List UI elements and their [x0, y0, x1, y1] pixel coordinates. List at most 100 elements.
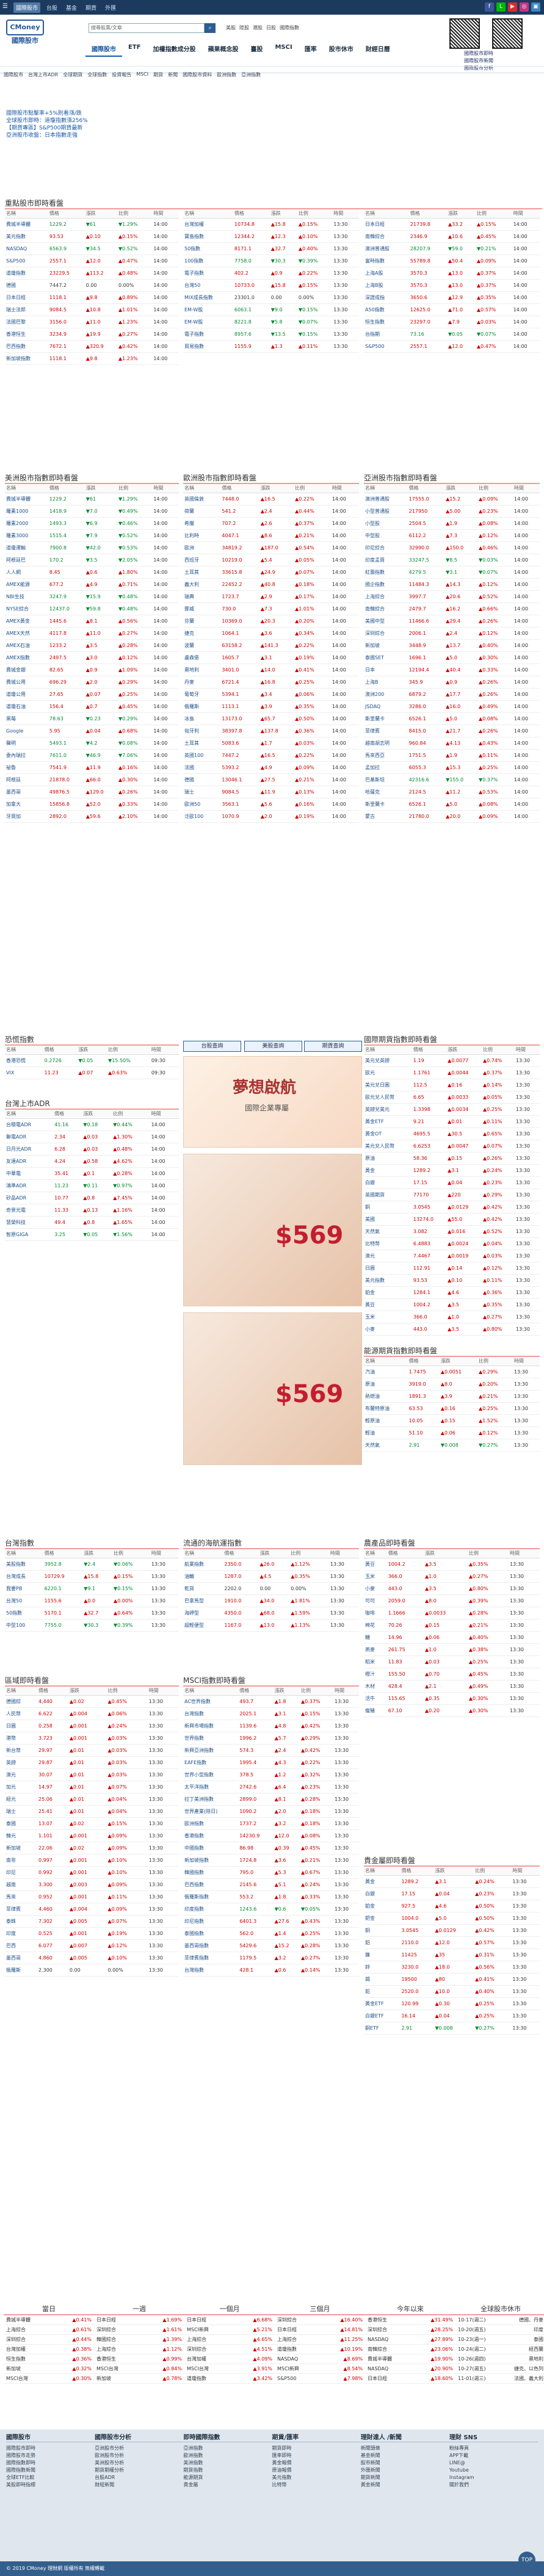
quote-name[interactable]: 電子指數	[183, 267, 233, 280]
quote-name[interactable]: 奇景光電	[5, 1204, 54, 1217]
quote-name[interactable]: 人民幣	[5, 1707, 37, 1720]
table-row[interactable]: 燕麥 261.75 ▲1.0 ▲0.38% 13:30	[364, 1643, 540, 1656]
table-row[interactable]: 泰銖 7.302 ▲0.005 ▲0.07% 13:30	[5, 1915, 179, 1928]
table-row[interactable]: 印尼綜合 32990.0 ▲150.0 ▲0.46% 14:00	[364, 541, 540, 554]
table-row[interactable]: 盧森堡 1605.7 ▲3.1 ▲0.19% 14:00	[183, 651, 359, 664]
quote-name[interactable]: 50指數	[183, 242, 233, 255]
table-row[interactable]: 富時指數 55789.8 ▲50.4 ▲0.09% 14:00	[364, 255, 540, 267]
quote-name[interactable]: 人人網	[5, 566, 48, 579]
footer-link[interactable]: APP下載	[449, 2452, 538, 2459]
table-row[interactable]: 海岬型 4350.0 ▲68.0 ▲1.59% 13:30	[183, 1607, 359, 1619]
table-row[interactable]: 英鎊 29.87 ▲0.01 ▲0.03% 13:30	[5, 1756, 179, 1769]
table-row[interactable]: 錫 19500 ▲80 ▲0.41% 13:30	[364, 1973, 540, 1986]
table-row[interactable]: 木材 428.4 ▲2.1 ▲0.49% 13:30	[364, 1680, 540, 1693]
performance-row[interactable]: S&P500 ▲7.98%	[275, 2374, 365, 2384]
performance-row[interactable]: 日本日經 ▲6.68%	[184, 2315, 275, 2325]
quote-name[interactable]: 新加坡指數	[183, 1854, 239, 1867]
table-row[interactable]: 英國100 7447.2 ▲16.5 ▲0.22% 14:00	[183, 749, 359, 762]
footer-link[interactable]: 美股即時指標	[6, 2481, 95, 2489]
quote-name[interactable]: 乾貨	[183, 1582, 223, 1595]
quote-name[interactable]: 恒生指數	[364, 316, 409, 328]
quote-name[interactable]: 貿易指數	[183, 340, 233, 353]
table-row[interactable]: 阿根廷 21878.0 ▲66.0 ▲0.30% 14:00	[5, 773, 179, 786]
footer-link[interactable]: 財經新聞	[95, 2481, 183, 2489]
table-row[interactable]: AMEX石油 1233.2 ▲3.5 ▲0.28% 14:00	[5, 639, 179, 652]
table-row[interactable]: 費城公用 696.29 ▲2.0 ▲0.29% 14:00	[5, 676, 179, 689]
quote-name[interactable]: 歐元兌人民幣	[364, 1091, 412, 1104]
quote-name[interactable]: 斯里蘭卡	[364, 798, 408, 811]
table-row[interactable]: 泰國SET 1696.1 ▲5.0 ▲0.30% 14:00	[364, 651, 540, 664]
table-row[interactable]: 聲明 5493.1 ▼4.2 ▼0.08% 14:00	[5, 737, 179, 750]
quote-name[interactable]: 50指數	[5, 1607, 43, 1619]
table-row[interactable]: 孟加拉 6055.3 ▲15.3 ▲0.25% 14:00	[364, 761, 540, 774]
table-row[interactable]: 港幣 3.723 ▲0.001 ▲0.03% 13:30	[5, 1732, 179, 1745]
footer-link[interactable]: 股市新聞	[361, 2459, 449, 2467]
performance-row[interactable]: 10-23(週一) 泰國	[455, 2335, 544, 2345]
hot-link[interactable]: 美股	[226, 24, 236, 31]
quote-name[interactable]: 棉花	[364, 1619, 387, 1632]
quote-name[interactable]: 阿根廷巴	[5, 554, 48, 566]
table-row[interactable]: 國企指數 11484.3 ▲14.3 ▲0.12% 14:00	[364, 578, 540, 591]
quote-name[interactable]: 台積電ADR	[5, 1118, 54, 1131]
table-row[interactable]: 香港指數 14230.9 ▲12.0 ▲0.08% 13:30	[183, 1829, 359, 1842]
table-row[interactable]: 德國 13046.1 ▲27.5 ▲0.21% 14:00	[183, 773, 359, 786]
quote-name[interactable]: 阿根廷	[5, 773, 48, 786]
quote-name[interactable]: 斯里蘭卡	[364, 712, 408, 725]
quote-name[interactable]: 丹麥	[183, 676, 221, 689]
table-row[interactable]: 白銀 17.15 ▲0.04 ▲0.23% 13:30	[364, 1887, 540, 1900]
table-row[interactable]: 布蘭特原油 63.53 ▲0.16 ▲0.25% 13:30	[364, 1402, 540, 1415]
youtube-icon[interactable]: ▶	[508, 2, 517, 12]
footer-link[interactable]: 亞洲股市分析	[95, 2445, 183, 2452]
table-row[interactable]: 日本日經 21739.8 ▲33.2 ▲0.15% 14:00	[364, 218, 540, 231]
table-row[interactable]: 可可 2059.0 ▲8.0 ▲0.39% 13:30	[364, 1594, 540, 1607]
quote-name[interactable]: 南韓綜合	[364, 230, 409, 243]
table-row[interactable]: 巴西指數 7672.1 ▲320.9 ▲0.42% 14:00	[5, 340, 179, 353]
quote-name[interactable]: 瑞士	[183, 786, 221, 798]
table-row[interactable]: A50指數 12625.0 ▲71.0 ▲0.57% 14:00	[364, 303, 540, 316]
quote-name[interactable]: 土耳其	[183, 566, 221, 579]
quote-name[interactable]: 友達ADR	[5, 1155, 54, 1168]
table-row[interactable]: 南韓綜合 2479.7 ▲16.2 ▲0.66% 14:00	[364, 602, 540, 615]
quote-name[interactable]: 新興亞洲指數	[183, 1744, 239, 1757]
table-row[interactable]: 美元兌英鎊 1.19 ▲0.0077 ▲0.74% 13:30	[364, 1054, 540, 1067]
quote-name[interactable]: 越南胡志明	[364, 737, 408, 750]
main-nav-item[interactable]: 蘋果概念股	[201, 42, 244, 57]
table-row[interactable]: 100指數 7758.0 ▼30.3 ▼0.39% 13:30	[183, 255, 359, 267]
table-row[interactable]: 義大利 22452.2 ▲40.8 ▲0.18% 14:00	[183, 578, 359, 591]
table-row[interactable]: 黃豆 1004.2 ▲3.5 ▲0.35% 13:30	[364, 1298, 540, 1311]
quote-name[interactable]: 墨西哥	[5, 1952, 37, 1964]
table-row[interactable]: 西班牙 10219.0 ▲5.4 ▲0.05% 14:00	[183, 554, 359, 566]
quote-name[interactable]: 哈薩克	[364, 786, 408, 798]
quote-name[interactable]: 國企指數	[364, 578, 408, 591]
quote-name[interactable]: 布蘭特原油	[364, 1402, 408, 1415]
quote-name[interactable]: 費城半導體	[5, 218, 48, 231]
quote-name[interactable]: 泰國	[5, 1817, 37, 1830]
performance-row[interactable]: 10-26(週四) 奧地利	[455, 2354, 544, 2364]
quote-name[interactable]: NBI生技	[5, 590, 48, 603]
table-row[interactable]: 慧榮科技 49.4 ▲0.8 ▲1.65% 14:00	[5, 1216, 179, 1229]
table-row[interactable]: 鈀金 1004.0 ▲5.0 ▲0.50% 13:30	[364, 1912, 540, 1925]
quote-name[interactable]: 荷蘭	[183, 505, 221, 518]
table-row[interactable]: 上海綜合 3997.7 ▲20.6 ▲0.52% 14:00	[364, 590, 540, 603]
quote-name[interactable]: 香港指數	[183, 1829, 239, 1842]
table-row[interactable]: 世界指數 1996.2 ▲5.7 ▲0.29% 13:30	[183, 1732, 359, 1745]
quote-name[interactable]: 聯電ADR	[5, 1131, 54, 1143]
table-row[interactable]: 羅素2000 1493.3 ▼6.9 ▼0.46% 14:00	[5, 517, 179, 530]
footer-link[interactable]: 期貨期權分析	[95, 2467, 183, 2474]
table-row[interactable]: 中華電 35.41 ▲0.1 ▲0.28% 14:00	[5, 1167, 179, 1180]
performance-row[interactable]: 恒生指數 ▲0.36%	[4, 2354, 94, 2364]
table-row[interactable]: 比特幣 6.4883 ▲0.0024 ▲0.04% 13:30	[364, 1237, 540, 1250]
table-row[interactable]: 新興市場指數 1139.6 ▲4.8 ▲0.42% 13:30	[183, 1720, 359, 1732]
quote-name[interactable]: 上海B	[364, 676, 408, 689]
performance-row[interactable]: 10-24(週二) 紐西蘭	[455, 2345, 544, 2354]
quote-name[interactable]: AMEX黃金	[5, 615, 48, 628]
table-row[interactable]: 鎳 11425 ▲35 ▲0.31% 13:30	[364, 1948, 540, 1961]
news-item[interactable]: 全球股市即時：道瓊指數漲256%	[6, 117, 88, 125]
table-row[interactable]: EAFE指數 1995.4 ▲4.3 ▲0.22% 13:30	[183, 1756, 359, 1769]
table-row[interactable]: 比利時 4047.1 ▲8.6 ▲0.21% 14:00	[183, 529, 359, 542]
quote-name[interactable]: 小型股	[364, 517, 408, 530]
quote-name[interactable]: 英國期貨	[364, 1189, 412, 1201]
quote-name[interactable]: 德國	[5, 279, 48, 292]
quote-name[interactable]: 白銀	[364, 1176, 412, 1189]
stock-query-button[interactable]: 台股查詢	[183, 1041, 241, 1052]
